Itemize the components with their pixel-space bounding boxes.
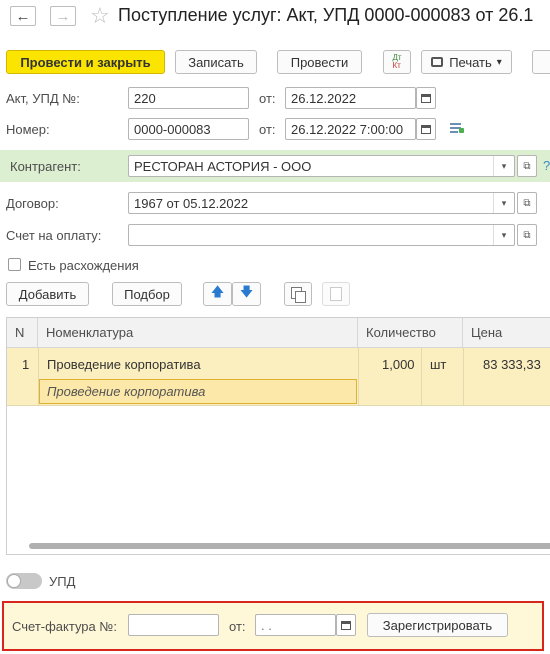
arrow-left-icon: ←	[15, 7, 31, 25]
number-label: Номер:	[6, 122, 50, 137]
contract-label: Договор:	[6, 196, 59, 211]
table-row[interactable]: 1 Проведение корпоратива 1,000 шт 83 333…	[7, 348, 550, 406]
back-button[interactable]: ←	[10, 6, 36, 26]
invoice-date-from-label: от:	[229, 619, 246, 634]
column-header-n[interactable]: N	[7, 318, 38, 348]
dt-kt-button[interactable]: Дт Кт	[383, 50, 411, 74]
open-icon: ⧉	[523, 160, 531, 172]
upd-label: УПД	[49, 574, 76, 589]
edit-number-icon[interactable]	[450, 122, 464, 134]
paste-button[interactable]	[322, 282, 350, 306]
copy-button[interactable]	[284, 282, 312, 306]
contract-field[interactable]: 1967 от 05.12.2022 ▾	[128, 192, 515, 214]
number-field[interactable]: 0000-000083	[128, 118, 249, 140]
row-unit[interactable]: шт	[430, 357, 446, 372]
act-date-from-label: от:	[259, 91, 276, 106]
save-button[interactable]: Записать	[175, 50, 257, 74]
move-down-button[interactable]: 🡇	[232, 282, 261, 306]
post-button[interactable]: Провести	[277, 50, 362, 74]
act-number-field[interactable]: 220	[128, 87, 249, 109]
counterparty-value: РЕСТОРАН АСТОРИЯ - ООО	[134, 159, 312, 174]
chevron-down-icon[interactable]: ▾	[493, 156, 514, 176]
act-number-label: Акт, УПД №:	[6, 91, 80, 106]
page-title: Поступление услуг: Акт, УПД 0000-000083 …	[118, 5, 534, 25]
favorite-star-icon[interactable]: ☆	[90, 3, 110, 29]
arrow-down-icon: 🡇	[239, 284, 254, 299]
calendar-button[interactable]	[416, 87, 436, 109]
move-up-button[interactable]: 🡅	[203, 282, 232, 306]
act-date-field[interactable]: 26.12.2022	[285, 87, 416, 109]
horizontal-scrollbar[interactable]	[29, 543, 550, 549]
payment-invoice-field[interactable]: ▾	[128, 224, 515, 246]
number-datetime-field[interactable]: 26.12.2022 7:00:00	[285, 118, 416, 140]
row-content-field[interactable]: Проведение корпоратива	[39, 379, 357, 404]
open-icon: ⧉	[523, 229, 531, 241]
invoice-number-field[interactable]	[128, 614, 219, 636]
contract-value: 1967 от 05.12.2022	[134, 196, 249, 211]
row-number: 1	[22, 357, 30, 372]
calendar-button-2[interactable]	[416, 118, 436, 140]
paste-icon	[330, 287, 342, 301]
add-button[interactable]: Добавить	[6, 282, 89, 306]
open-icon: ⧉	[523, 197, 531, 209]
calendar-icon	[421, 124, 431, 134]
number-date-from-label: от:	[259, 122, 276, 137]
copy-icon	[291, 287, 306, 303]
row-content-value: Проведение корпоратива	[47, 384, 206, 399]
toggle-knob	[7, 574, 21, 588]
counterparty-open-button[interactable]: ⧉	[517, 155, 537, 177]
services-table: N Номенклатура Количество Цена 1 Проведе…	[6, 317, 550, 555]
print-button[interactable]: Печать ▾	[421, 50, 512, 74]
print-label: Печать	[449, 54, 492, 70]
row-quantity[interactable]: 1,000	[382, 357, 415, 372]
forward-button[interactable]: →	[50, 6, 76, 26]
column-header-quantity[interactable]: Количество	[358, 318, 463, 348]
payment-invoice-label: Счет на оплату:	[6, 228, 102, 243]
discrepancy-checkbox[interactable]	[8, 258, 21, 271]
arrow-up-icon: 🡅	[210, 284, 225, 299]
calendar-icon	[421, 93, 431, 103]
dt-kt-icon: Дт Кт	[392, 53, 402, 70]
chevron-down-icon[interactable]: ▾	[493, 193, 514, 213]
discrepancy-label: Есть расхождения	[28, 258, 139, 273]
post-and-close-button[interactable]: Провести и закрыть	[6, 50, 165, 74]
column-header-nomenclature[interactable]: Номенклатура	[38, 318, 358, 348]
arrow-right-icon: →	[55, 7, 71, 25]
column-header-price[interactable]: Цена	[463, 318, 550, 348]
counterparty-label: Контрагент:	[10, 159, 81, 174]
payment-invoice-open-button[interactable]: ⧉	[517, 224, 537, 246]
help-icon[interactable]: ?	[543, 158, 550, 173]
register-button[interactable]: Зарегистрировать	[367, 613, 508, 637]
select-button[interactable]: Подбор	[112, 282, 182, 306]
upd-toggle[interactable]	[6, 573, 42, 589]
row-price[interactable]: 83 333,33	[483, 357, 541, 372]
calendar-icon	[341, 620, 351, 630]
printer-icon	[431, 57, 444, 67]
invoice-date-field[interactable]: . .	[255, 614, 336, 636]
invoice-calendar-button[interactable]	[336, 614, 356, 636]
counterparty-field[interactable]: РЕСТОРАН АСТОРИЯ - ООО ▾	[128, 155, 515, 177]
more-button[interactable]	[532, 50, 550, 74]
row-nomenclature[interactable]: Проведение корпоратива	[47, 357, 201, 372]
chevron-down-icon: ▾	[496, 56, 502, 68]
chevron-down-icon[interactable]: ▾	[493, 225, 514, 245]
contract-open-button[interactable]: ⧉	[517, 192, 537, 214]
invoice-number-label: Счет-фактура №:	[12, 619, 117, 634]
